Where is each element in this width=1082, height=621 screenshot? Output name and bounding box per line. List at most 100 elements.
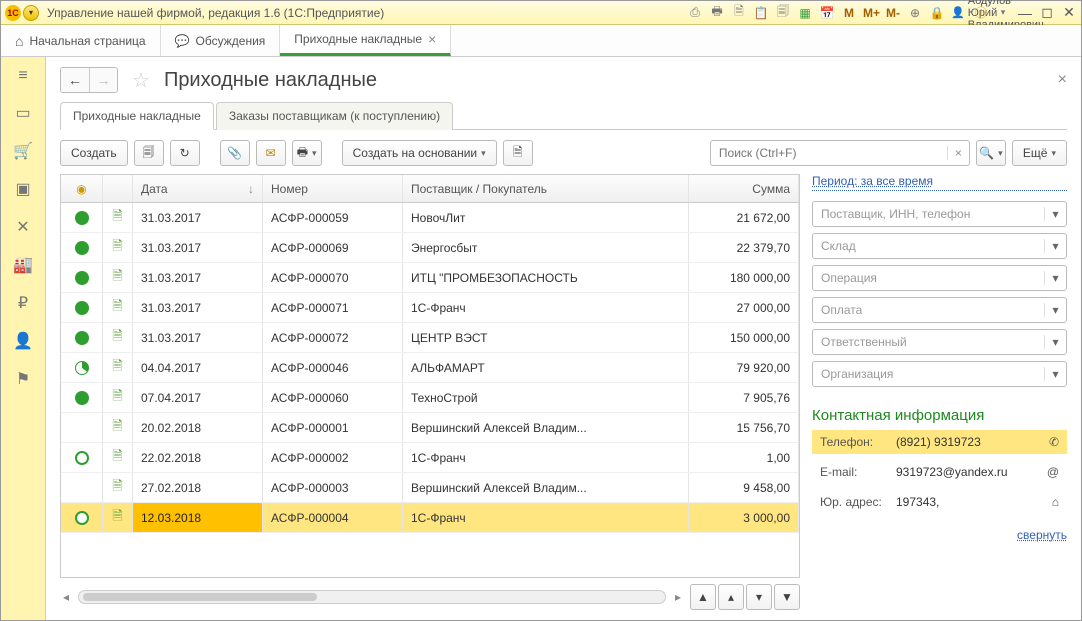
clipboard-icon[interactable]: 📋: [753, 6, 769, 20]
doc-icon[interactable]: 🗎: [731, 2, 747, 23]
horizontal-scrollbar[interactable]: [78, 590, 666, 604]
col-icon[interactable]: [103, 175, 133, 202]
page-first-button[interactable]: ▲: [690, 584, 716, 610]
tab-home[interactable]: ⌂Начальная страница: [1, 25, 161, 56]
table-row[interactable]: 🗎31.03.2017АСФР-000069Энергосбыт22 379,7…: [61, 233, 799, 263]
search-box[interactable]: ×: [710, 140, 970, 166]
status-cell: [61, 383, 103, 412]
close-window-button[interactable]: ✕: [1061, 4, 1077, 21]
collapse-link[interactable]: свернуть: [812, 528, 1067, 542]
page-up-button[interactable]: ▴: [718, 584, 744, 610]
nav-tools-icon[interactable]: ✕: [16, 217, 29, 237]
supplier-cell: ИТЦ "ПРОМБЕЗОПАСНОСТЬ: [403, 263, 689, 292]
close-tab-icon[interactable]: ×: [428, 31, 436, 47]
table-row[interactable]: 🗎12.03.2018АСФР-0000041С-Франч3 000,00: [61, 503, 799, 533]
mail-button[interactable]: ✉: [256, 140, 286, 166]
print2-icon[interactable]: 🖶: [709, 2, 725, 23]
table-row[interactable]: 🗎04.04.2017АСФР-000046АЛЬФАМАРТ79 920,00: [61, 353, 799, 383]
nav-box-icon[interactable]: ▣: [15, 179, 30, 199]
info-icon[interactable]: ⓘ: [973, 4, 989, 21]
info-dropdown[interactable]: ▾: [995, 7, 1011, 18]
table-row[interactable]: 🗎27.02.2018АСФР-000003Вершинский Алексей…: [61, 473, 799, 503]
page-close-button[interactable]: ×: [1058, 71, 1067, 89]
contact-address-row[interactable]: Юр. адрес: 197343, ⌂: [812, 490, 1067, 514]
m-plus-button[interactable]: M+: [863, 6, 879, 20]
period-link[interactable]: Период: за все время: [812, 174, 1067, 191]
filter-supplier[interactable]: Поставщик, ИНН, телефон▾: [812, 201, 1067, 227]
filter-operation[interactable]: Операция▾: [812, 265, 1067, 291]
print-button[interactable]: 🖶▾: [292, 140, 322, 166]
maximize-button[interactable]: ◻: [1039, 4, 1055, 21]
nav-cart-icon[interactable]: 🛒: [13, 141, 33, 161]
nav-card-icon[interactable]: ▭: [15, 103, 30, 123]
table-row[interactable]: 🗎20.02.2018АСФР-000001Вершинский Алексей…: [61, 413, 799, 443]
zoom-icon[interactable]: ⊕: [907, 6, 923, 20]
forward-button[interactable]: →: [89, 68, 117, 92]
page-last-button[interactable]: ▼: [774, 584, 800, 610]
tab-discuss[interactable]: 💬Обсуждения: [161, 25, 281, 56]
app-menu-dropdown[interactable]: ▾: [23, 5, 39, 21]
table-row[interactable]: 🗎31.03.2017АСФР-0000711С-Франч27 000,00: [61, 293, 799, 323]
filter-payment[interactable]: Оплата▾: [812, 297, 1067, 323]
nav-menu-icon[interactable]: ≡: [18, 67, 27, 85]
copy-icon[interactable]: 🗐: [775, 2, 791, 23]
doc-icon-cell: 🗎: [103, 233, 133, 262]
search-input[interactable]: [711, 146, 947, 160]
scroll-left-icon[interactable]: ◂: [60, 590, 72, 604]
back-button[interactable]: ←: [61, 68, 89, 92]
nav-factory-icon[interactable]: 🏭: [13, 255, 33, 275]
nav-user-icon[interactable]: 👤: [13, 331, 33, 351]
document-icon: 🗎: [112, 267, 122, 289]
chat-icon: 💬: [175, 34, 190, 48]
chevron-down-icon: ▾: [1044, 335, 1066, 349]
calc-icon[interactable]: ▦: [797, 6, 813, 20]
create-button[interactable]: Создать: [60, 140, 128, 166]
doc-icon-cell: 🗎: [103, 263, 133, 292]
filter-warehouse[interactable]: Склад▾: [812, 233, 1067, 259]
window-title: Управление нашей фирмой, редакция 1.6 (1…: [47, 6, 384, 20]
table-row[interactable]: 🗎31.03.2017АСФР-000059НовочЛит21 672,00: [61, 203, 799, 233]
nav-money-icon[interactable]: ₽: [18, 293, 28, 313]
email-icon: @: [1047, 465, 1059, 479]
col-number[interactable]: Номер: [263, 175, 403, 202]
document-icon: 🗎: [112, 507, 122, 529]
m-minus-button[interactable]: M-: [885, 6, 901, 20]
col-supplier[interactable]: Поставщик / Покупатель: [403, 175, 689, 202]
print-icon[interactable]: ⎙: [687, 5, 703, 20]
page-down-button[interactable]: ▾: [746, 584, 772, 610]
table-row[interactable]: 🗎22.02.2018АСФР-0000021С-Франч1,00: [61, 443, 799, 473]
filter-responsible[interactable]: Ответственный▾: [812, 329, 1067, 355]
doc-icon-cell: 🗎: [103, 383, 133, 412]
m-button[interactable]: M: [841, 6, 857, 20]
contact-email-row[interactable]: E-mail: 9319723@yandex.ru @: [812, 460, 1067, 484]
search-clear-icon[interactable]: ×: [947, 146, 969, 160]
lock-icon[interactable]: 🔒: [929, 6, 945, 20]
table-row[interactable]: 🗎31.03.2017АСФР-000070ИТЦ "ПРОМБЕЗОПАСНО…: [61, 263, 799, 293]
copy-doc-button[interactable]: 🗐: [134, 140, 164, 166]
document-icon: 🗎: [112, 387, 122, 409]
contact-phone-row[interactable]: Телефон: (8921) 9319723 ✆: [812, 430, 1067, 454]
attach-button[interactable]: 📎: [220, 140, 250, 166]
number-cell: АСФР-000060: [263, 383, 403, 412]
col-status[interactable]: ◉: [61, 175, 103, 202]
nav-flag-icon[interactable]: ⚑: [16, 369, 30, 389]
report-button[interactable]: 🗎: [503, 140, 533, 166]
favorite-star-icon[interactable]: ☆: [132, 68, 150, 93]
minimize-button[interactable]: —: [1017, 5, 1033, 21]
scroll-right-icon[interactable]: ▸: [672, 590, 684, 604]
search-button[interactable]: 🔍▾: [976, 140, 1006, 166]
create-based-button[interactable]: Создать на основании ▾: [342, 140, 497, 166]
tab-invoices[interactable]: Приходные накладные×: [280, 25, 451, 56]
table-row[interactable]: 🗎31.03.2017АСФР-000072ЦЕНТР ВЭСТ150 000,…: [61, 323, 799, 353]
refresh-button[interactable]: ↻: [170, 140, 200, 166]
more-button[interactable]: Ещё ▾: [1012, 140, 1067, 166]
inner-tab-invoices[interactable]: Приходные накладные: [60, 102, 214, 130]
col-date[interactable]: Дата↓: [133, 175, 263, 202]
title-bar: 1C ▾ Управление нашей фирмой, редакция 1…: [1, 1, 1081, 25]
table-row[interactable]: 🗎07.04.2017АСФР-000060ТехноСтрой7 905,76: [61, 383, 799, 413]
col-sum[interactable]: Сумма: [689, 175, 799, 202]
inner-tab-orders[interactable]: Заказы поставщикам (к поступлению): [216, 102, 453, 130]
filter-organization[interactable]: Организация▾: [812, 361, 1067, 387]
calendar-icon[interactable]: 📅: [819, 6, 835, 20]
sum-cell: 79 920,00: [689, 353, 799, 382]
